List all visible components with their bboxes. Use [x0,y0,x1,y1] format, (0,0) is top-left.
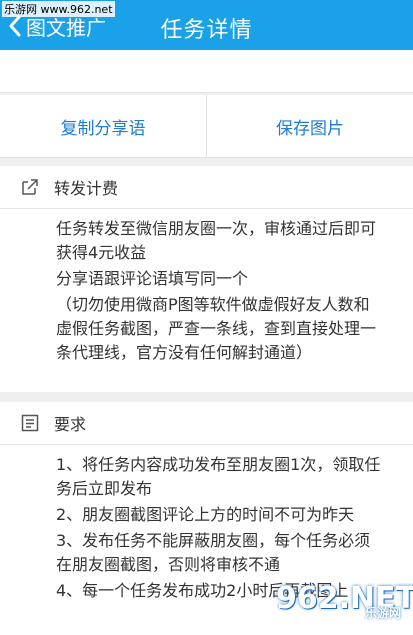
document-list-icon [21,414,39,432]
requirement-line: 2、朋友圈截图评论上方的时间不可为昨天 [56,505,355,524]
logo-subtext: 乐游网 [364,606,401,620]
requirement-line: 3、发布任务不能屏蔽朋友圈，每个任务必须在朋友圈截图，否则将审核不通 [56,531,371,574]
section-separator [0,392,413,402]
fee-line: （切勿使用微商P图等软件做虚假好友人数和虚假任务截图，严查一条线，查到直接处理一… [56,295,377,362]
action-bar: 复制分享语 保存图片 [0,95,413,158]
blank-strip [0,50,413,93]
requirement-line: 1、将任务内容成功发布至朋友圈1次，领取任务后立即发布 [56,455,381,498]
fee-section-header: 转发计费 [0,166,413,209]
fee-line: 分享语跟评论语填写同一个 [56,269,249,288]
fee-line: 任务转发至微信朋友圈一次，审核通过后即可获得4元收益 [56,219,377,262]
fee-section-title: 转发计费 [54,179,119,198]
copy-share-text-button[interactable]: 复制分享语 [0,95,206,157]
corner-watermark-logo: 962.NET 乐游网 [276,575,413,621]
fee-section-body: 任务转发至微信朋友圈一次，审核通过后即可获得4元收益 分享语跟评论语填写同一个 … [0,209,413,365]
requirements-section-header: 要求 [0,402,413,445]
watermark-text: 乐游网 www.962.net [2,1,115,17]
share-forward-icon [22,179,38,195]
section-separator [0,158,413,166]
requirements-section-title: 要求 [54,415,87,434]
fee-section: 转发计费 任务转发至微信朋友圈一次，审核通过后即可获得4元收益 分享语跟评论语填… [0,166,413,392]
save-image-button[interactable]: 保存图片 [206,95,413,157]
